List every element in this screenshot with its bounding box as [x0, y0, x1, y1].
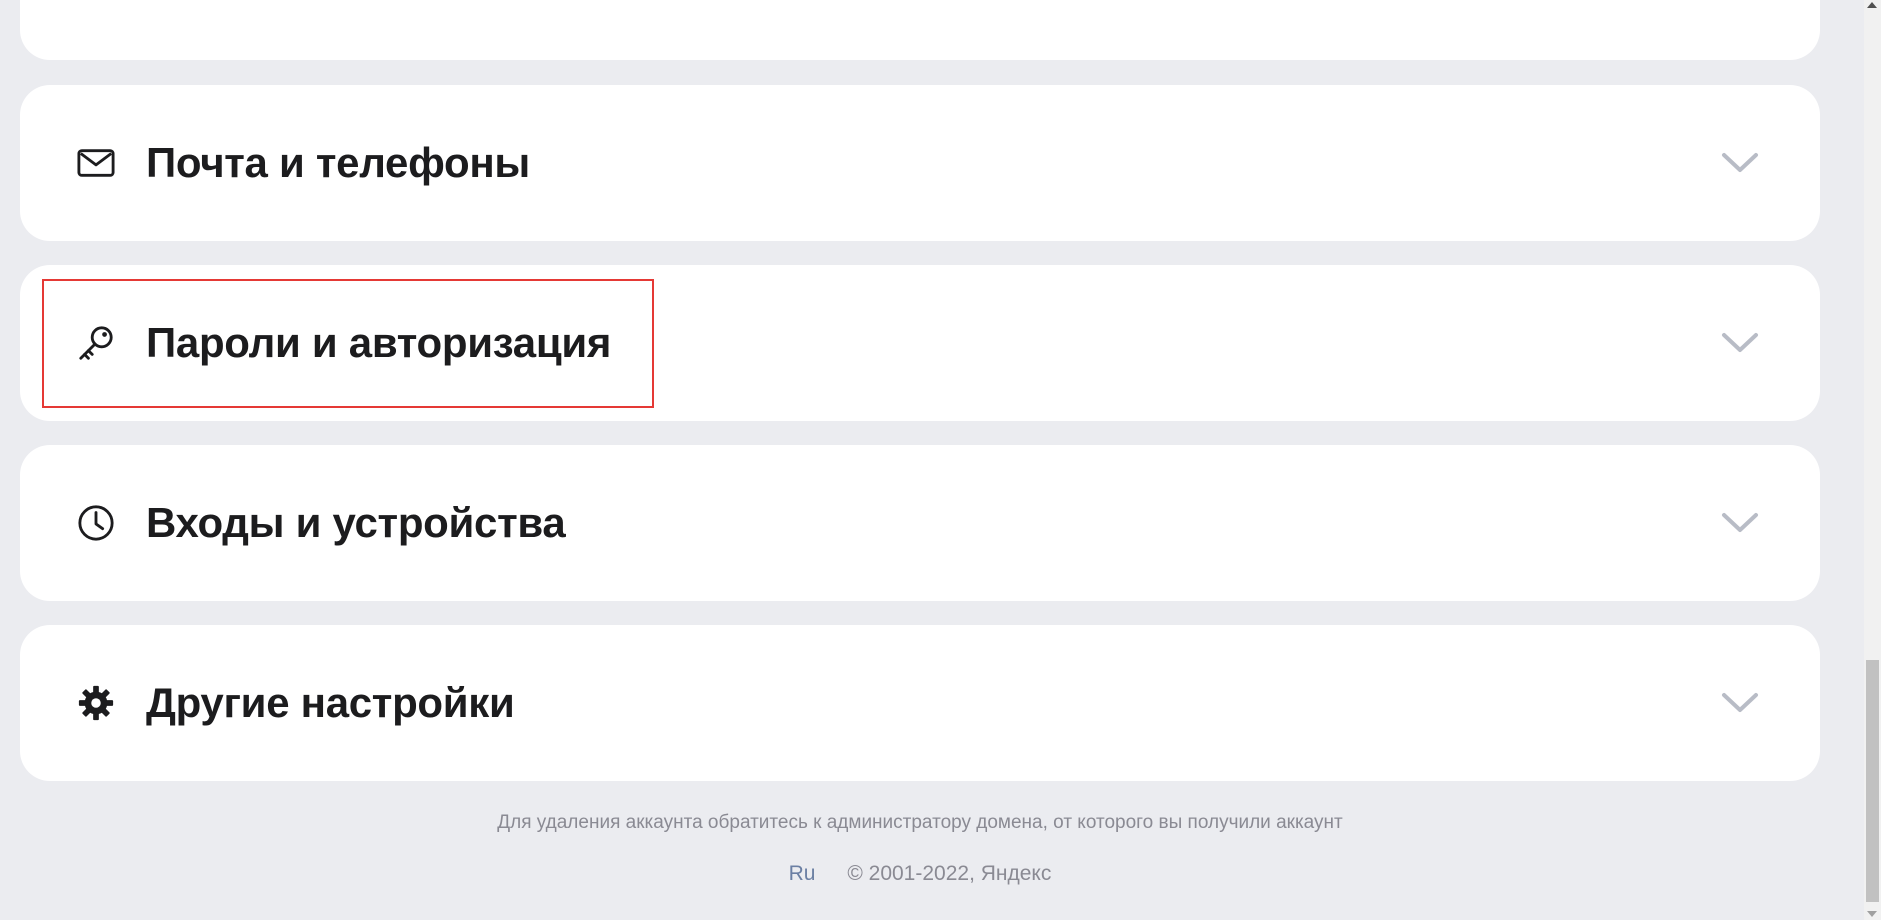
section-title: Входы и устройства: [146, 499, 566, 546]
settings-page: Почта и телефоны Пароли и авторизация Вх…: [0, 0, 1881, 920]
scroll-up-arrow-icon[interactable]: [1867, 2, 1877, 8]
section-logins-devices[interactable]: Входы и устройства: [20, 445, 1820, 601]
clock-icon: [77, 504, 115, 542]
key-icon: [77, 324, 115, 362]
scroll-down-arrow-icon[interactable]: [1867, 911, 1877, 917]
section-mail-phones[interactable]: Почта и телефоны: [20, 85, 1820, 241]
previous-section-card: [20, 0, 1820, 60]
vertical-scrollbar[interactable]: [1864, 0, 1881, 920]
mail-icon: [77, 144, 115, 182]
scroll-thumb[interactable]: [1866, 660, 1879, 902]
chevron-down-icon[interactable]: [1720, 143, 1760, 183]
section-title: Пароли и авторизация: [146, 319, 612, 366]
footer: Ru © 2001-2022, Яндекс: [0, 862, 1840, 886]
chevron-down-icon[interactable]: [1720, 683, 1760, 723]
language-switcher[interactable]: Ru: [789, 862, 816, 885]
section-passwords-auth[interactable]: Пароли и авторизация: [20, 265, 1820, 421]
section-title: Другие настройки: [146, 679, 515, 726]
section-other-settings[interactable]: Другие настройки: [20, 625, 1820, 781]
chevron-down-icon[interactable]: [1720, 503, 1760, 543]
copyright: © 2001-2022, Яндекс: [847, 862, 1052, 885]
chevron-down-icon[interactable]: [1720, 323, 1760, 363]
delete-account-note: Для удаления аккаунта обратитесь к админ…: [497, 812, 1343, 833]
section-title: Почта и телефоны: [146, 139, 530, 186]
gear-icon: [77, 684, 115, 722]
